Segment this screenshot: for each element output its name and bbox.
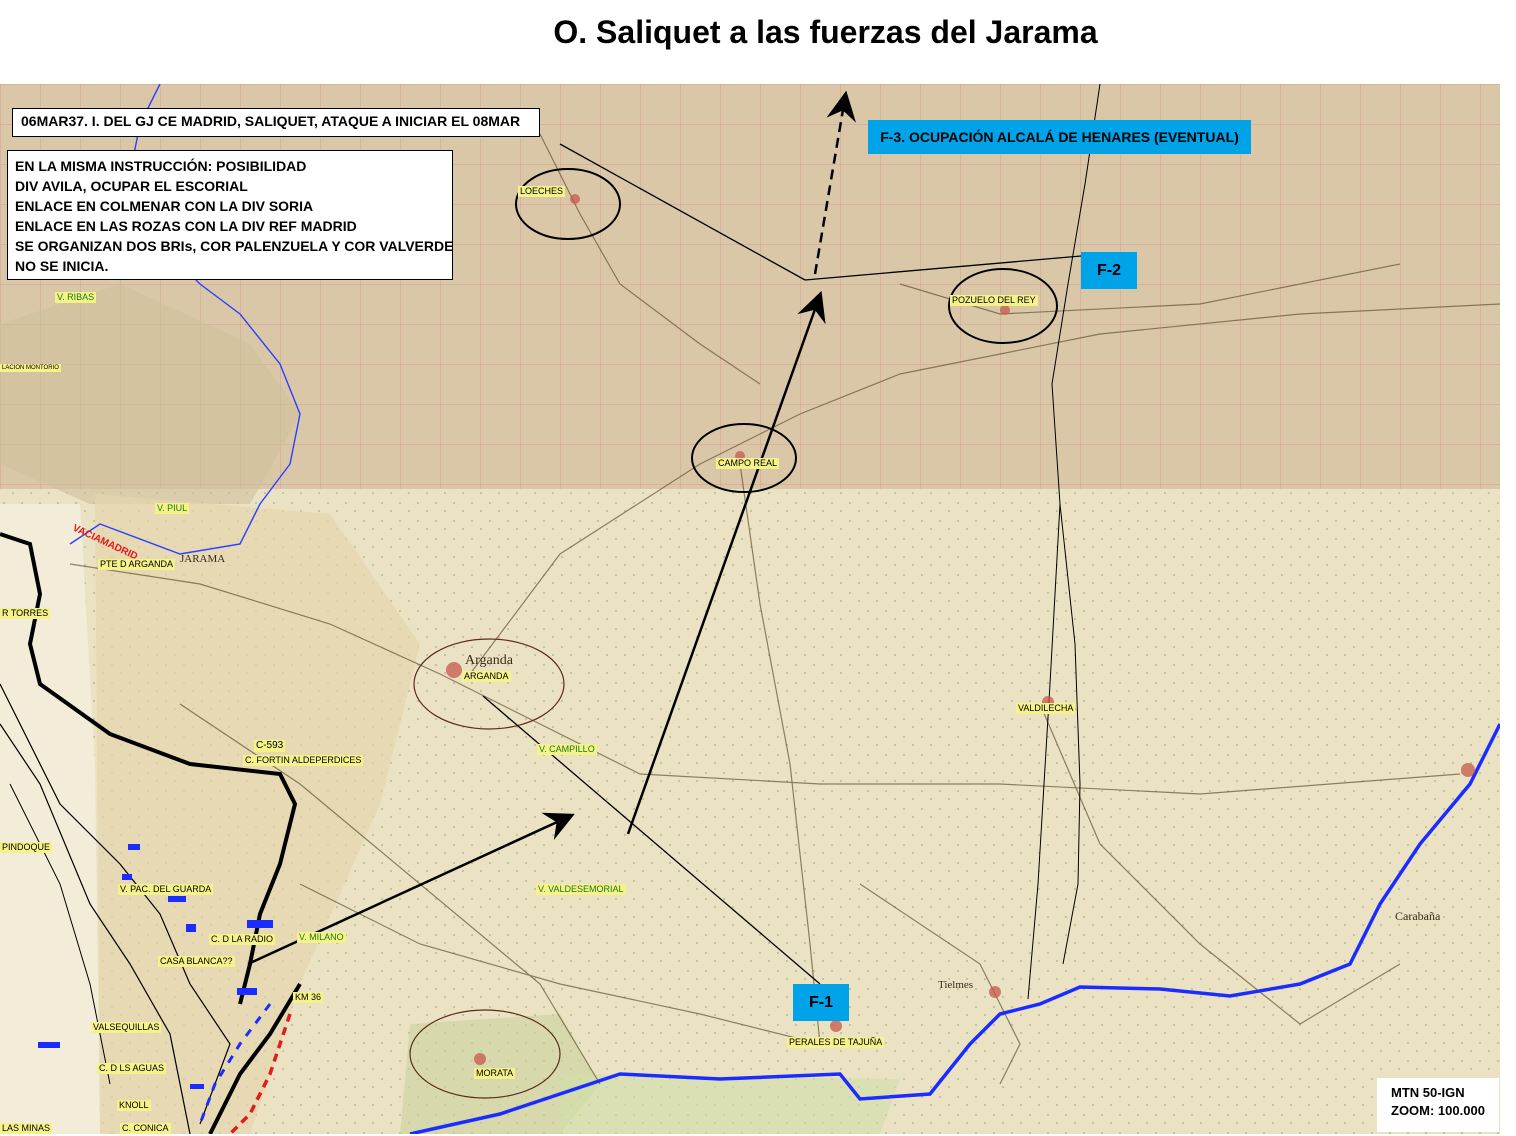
place-valdilecha: VALDILECHA: [1016, 703, 1076, 714]
place-v-milano: V. MILANO: [297, 932, 346, 943]
place-minas: LAS MINAS: [0, 1123, 53, 1134]
place-pte-arganda: PTE D ARGANDA: [98, 559, 176, 570]
scale-zoom: ZOOM: 100.000: [1391, 1103, 1485, 1118]
instruction-box: 06MAR37. I. DEL GJ CE MADRID, SALIQUET, …: [12, 108, 540, 137]
phase-f2-label: F-2: [1081, 252, 1137, 289]
place-aguas: C. D LS AGUAS: [97, 1063, 167, 1074]
place-campo-real: CAMPO REAL: [716, 458, 780, 469]
instruction-details-box: EN LA MISMA INSTRUCCIÓN: POSIBILIDAD DIV…: [7, 150, 453, 280]
place-valsequillas: VALSEQUILLAS: [91, 1022, 162, 1033]
place-fortin: C. FORTIN ALDEPERDICES: [243, 755, 364, 766]
map-panel[interactable]: Arganda Carabaña Tielmes JARAMA VACIAMAD…: [0, 84, 1500, 1134]
place-knoll: KNOLL: [117, 1100, 151, 1111]
place-radio: C. D LA RADIO: [209, 934, 276, 945]
place-casa-blanca: CASA BLANCA??: [158, 956, 235, 967]
instruction-line: DIV AVILA, OCUPAR EL ESCORIAL: [15, 178, 248, 194]
place-c593: C-593: [254, 740, 286, 752]
place-montorio: LACION MONTORIO: [0, 364, 61, 372]
instruction-line: ENLACE EN COLMENAR CON LA DIV SORIA: [15, 198, 314, 214]
place-arganda: ARGANDA: [462, 671, 511, 682]
place-torres: R TORRES: [0, 608, 51, 619]
place-v-piul: V. PIUL: [155, 503, 190, 514]
place-pac-guarda: V. PAC. DEL GUARDA: [118, 884, 214, 895]
scale-box: MTN 50-IGN ZOOM: 100.000: [1377, 1078, 1499, 1132]
place-v-ribas: V. RIBAS: [55, 292, 97, 303]
place-conica: C. CONICA: [120, 1123, 171, 1134]
phase-f3-label: F-3. OCUPACIÓN ALCALÁ DE HENARES (EVENTU…: [868, 120, 1251, 154]
map-text-carabana: Carabaña: [1395, 909, 1441, 923]
valley-west: [0, 504, 100, 1134]
instruction-line: ENLACE EN LAS ROZAS CON LA DIV REF MADRI…: [15, 218, 357, 234]
instruction-line: EN LA MISMA INSTRUCCIÓN: POSIBILIDAD: [15, 158, 307, 174]
map-text-jarama: JARAMA: [180, 553, 225, 565]
place-v-campillo: V. CAMPILLO: [537, 744, 597, 755]
map-text-tielmes: Tielmes: [938, 979, 973, 991]
instruction-line: SE ORGANIZAN DOS BRIs, COR PALENZUELA Y …: [15, 238, 454, 254]
place-v-valdesemorial: V. VALDESEMORIAL: [536, 884, 626, 895]
place-pozuelo: POZUELO DEL REY: [950, 295, 1038, 306]
place-morata: MORATA: [474, 1068, 516, 1079]
place-loeches: LOECHES: [518, 186, 566, 197]
page-title: O. Saliquet a las fuerzas del Jarama: [553, 14, 1098, 50]
map-text-arganda: Arganda: [465, 653, 514, 668]
instruction-line: NO SE INICIA.: [15, 258, 109, 274]
phase-f1-label: F-1: [793, 984, 849, 1021]
place-perales: PERALES DE TAJUÑA: [787, 1037, 885, 1048]
scale-source: MTN 50-IGN: [1391, 1085, 1465, 1100]
place-pindoque: PINDOQUE: [0, 842, 53, 853]
place-km36: KM 36: [293, 992, 324, 1003]
